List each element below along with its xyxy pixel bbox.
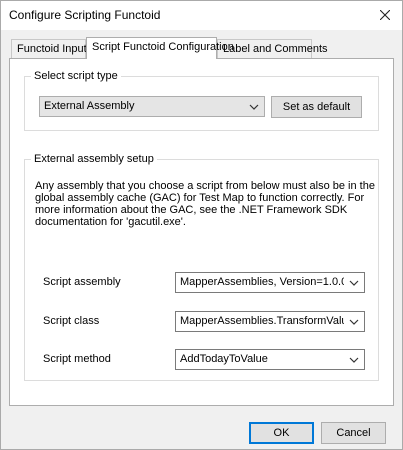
tab-label: Label and Comments [223, 43, 328, 55]
set-as-default-button[interactable]: Set as default [271, 96, 362, 118]
dialog-window: Configure Scripting Functoid Functoid In… [0, 0, 403, 450]
window-title: Configure Scripting Functoid [9, 8, 161, 22]
script-class-select[interactable]: MapperAssemblies.TransformValues [175, 311, 365, 332]
close-icon [380, 10, 390, 20]
cancel-button[interactable]: Cancel [321, 422, 386, 444]
assembly-setup-group: External assembly setup Any assembly tha… [24, 153, 379, 381]
close-button[interactable] [374, 4, 396, 26]
tab-label: Script Functoid Configuration [92, 41, 234, 53]
tab-functoid-inputs[interactable]: Functoid Inputs [11, 39, 92, 58]
assembly-setup-legend: External assembly setup [31, 153, 157, 165]
button-label: Cancel [336, 427, 371, 439]
script-class-label: Script class [43, 315, 100, 327]
assembly-description: Any assembly that you choose a script fr… [35, 180, 375, 228]
button-label: OK [273, 427, 290, 439]
script-method-select[interactable]: AddTodayToValue [175, 349, 365, 370]
chevron-down-icon [249, 104, 259, 110]
title-bar: Configure Scripting Functoid [1, 1, 402, 30]
script-class-value: MapperAssemblies.TransformValues [180, 315, 344, 327]
script-type-select[interactable]: External Assembly [39, 96, 265, 117]
button-label: Set as default [282, 101, 351, 113]
script-method-value: AddTodayToValue [180, 353, 268, 365]
tab-label: Functoid Inputs [17, 43, 93, 55]
tab-panel: Select script type External Assembly Set… [9, 58, 394, 406]
script-assembly-value: MapperAssemblies, Version=1.0.0.0, Cult [180, 276, 344, 288]
tab-script-functoid-configuration[interactable]: Script Functoid Configuration [86, 37, 234, 59]
chevron-down-icon [349, 319, 359, 325]
script-type-legend: Select script type [31, 70, 121, 82]
script-method-label: Script method [43, 353, 111, 365]
script-type-value: External Assembly [44, 100, 135, 112]
chevron-down-icon [349, 357, 359, 363]
script-type-group: Select script type External Assembly Set… [24, 70, 379, 131]
script-assembly-select[interactable]: MapperAssemblies, Version=1.0.0.0, Cult [175, 272, 365, 293]
chevron-down-icon [349, 280, 359, 286]
ok-button[interactable]: OK [249, 422, 314, 444]
script-assembly-label: Script assembly [43, 276, 121, 288]
